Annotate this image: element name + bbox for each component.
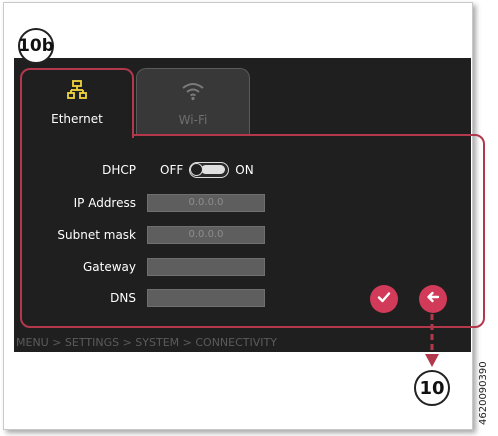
dns-label: DNS <box>110 291 136 305</box>
dhcp-on-label: ON <box>235 163 254 177</box>
back-button[interactable] <box>419 285 447 313</box>
wifi-icon <box>181 81 205 105</box>
breadcrumb: MENU > SETTINGS > SYSTEM > CONNECTIVITY <box>16 336 277 349</box>
confirm-button[interactable] <box>370 285 398 313</box>
dhcp-toggle-knob <box>190 163 204 176</box>
document-code: 4620090390 <box>478 361 489 425</box>
callout-label-top: 10b <box>18 28 54 64</box>
arrow-left-icon <box>425 289 441 309</box>
gateway-input[interactable] <box>147 258 265 276</box>
ip-address-input[interactable]: 0.0.0.0 <box>147 194 265 212</box>
dhcp-toggle-track <box>201 165 226 174</box>
checkmark-icon <box>376 289 392 309</box>
callout-label-bottom: 10 <box>414 370 450 406</box>
dhcp-off-label: OFF <box>160 163 184 177</box>
tab-wifi[interactable]: Wi-Fi <box>136 68 250 134</box>
callout-pointer-arrow <box>425 314 439 367</box>
dhcp-toggle-group: OFF ON <box>160 162 254 178</box>
subnet-mask-input[interactable]: 0.0.0.0 <box>147 226 265 244</box>
dns-input[interactable] <box>147 289 265 307</box>
dhcp-toggle[interactable] <box>189 162 230 178</box>
gateway-label: Gateway <box>82 260 136 274</box>
dhcp-label: DHCP <box>102 163 136 177</box>
ethernet-network-icon <box>67 80 87 104</box>
ip-address-label: IP Address <box>73 196 136 210</box>
tab-ethernet[interactable]: Ethernet <box>20 68 134 138</box>
tab-wifi-label: Wi-Fi <box>178 113 208 127</box>
subnet-mask-label: Subnet mask <box>57 228 136 242</box>
tab-ethernet-label: Ethernet <box>51 112 103 126</box>
